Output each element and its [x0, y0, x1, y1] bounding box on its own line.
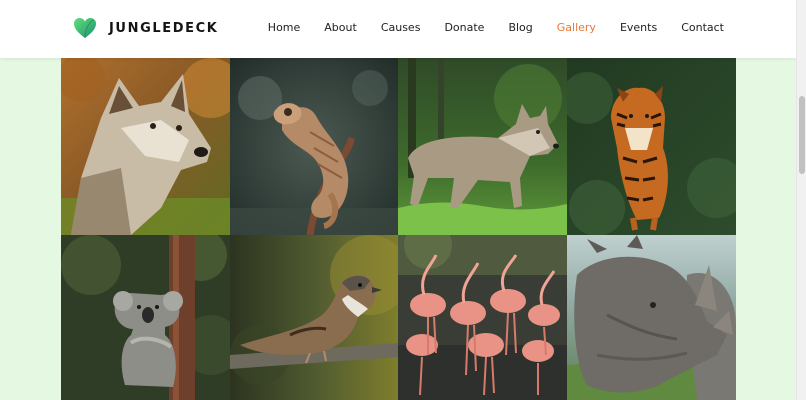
gallery-tile-koala[interactable]: [61, 235, 230, 400]
koala-photo: [61, 235, 230, 400]
nav-link-about[interactable]: About: [324, 21, 357, 35]
wolf-photo: [398, 58, 567, 235]
nav-link-blog[interactable]: Blog: [508, 21, 532, 35]
main-nav: Home About Causes Donate Blog Gallery Ev…: [244, 21, 724, 35]
green-heart-logo-icon: [74, 18, 96, 39]
gallery-tile-sparrow[interactable]: [230, 235, 398, 400]
gallery-tile-flamingos[interactable]: [398, 235, 567, 400]
nav-link-home[interactable]: Home: [268, 21, 300, 35]
nav-link-gallery[interactable]: Gallery: [557, 21, 596, 35]
gallery-tile-tiger[interactable]: [567, 58, 736, 235]
gallery-grid: [61, 58, 736, 400]
gallery-tile-chameleon[interactable]: [230, 58, 398, 235]
wolf-photo: [61, 58, 230, 235]
gallery-tile-rhinoceros[interactable]: [567, 235, 736, 400]
brand-name: JUNGLEDECK: [109, 20, 219, 36]
gallery-tile-wolf-portrait[interactable]: [61, 58, 230, 235]
rhino-photo: [567, 235, 736, 400]
flamingo-photo: [398, 235, 567, 400]
tiger-photo: [567, 58, 736, 235]
site-header: JUNGLEDECK Home About Causes Donate Blog…: [0, 0, 796, 58]
sparrow-photo: [230, 235, 398, 400]
nav-link-causes[interactable]: Causes: [381, 21, 421, 35]
nav-link-contact[interactable]: Contact: [681, 21, 724, 35]
brand-logo-link[interactable]: JUNGLEDECK: [73, 17, 218, 39]
nav-link-donate[interactable]: Donate: [444, 21, 484, 35]
page-scrollbar[interactable]: [796, 0, 806, 400]
chameleon-photo: [230, 58, 398, 235]
nav-link-events[interactable]: Events: [620, 21, 657, 35]
scrollbar-thumb[interactable]: [799, 96, 805, 174]
gallery-tile-wolf-standing[interactable]: [398, 58, 567, 235]
